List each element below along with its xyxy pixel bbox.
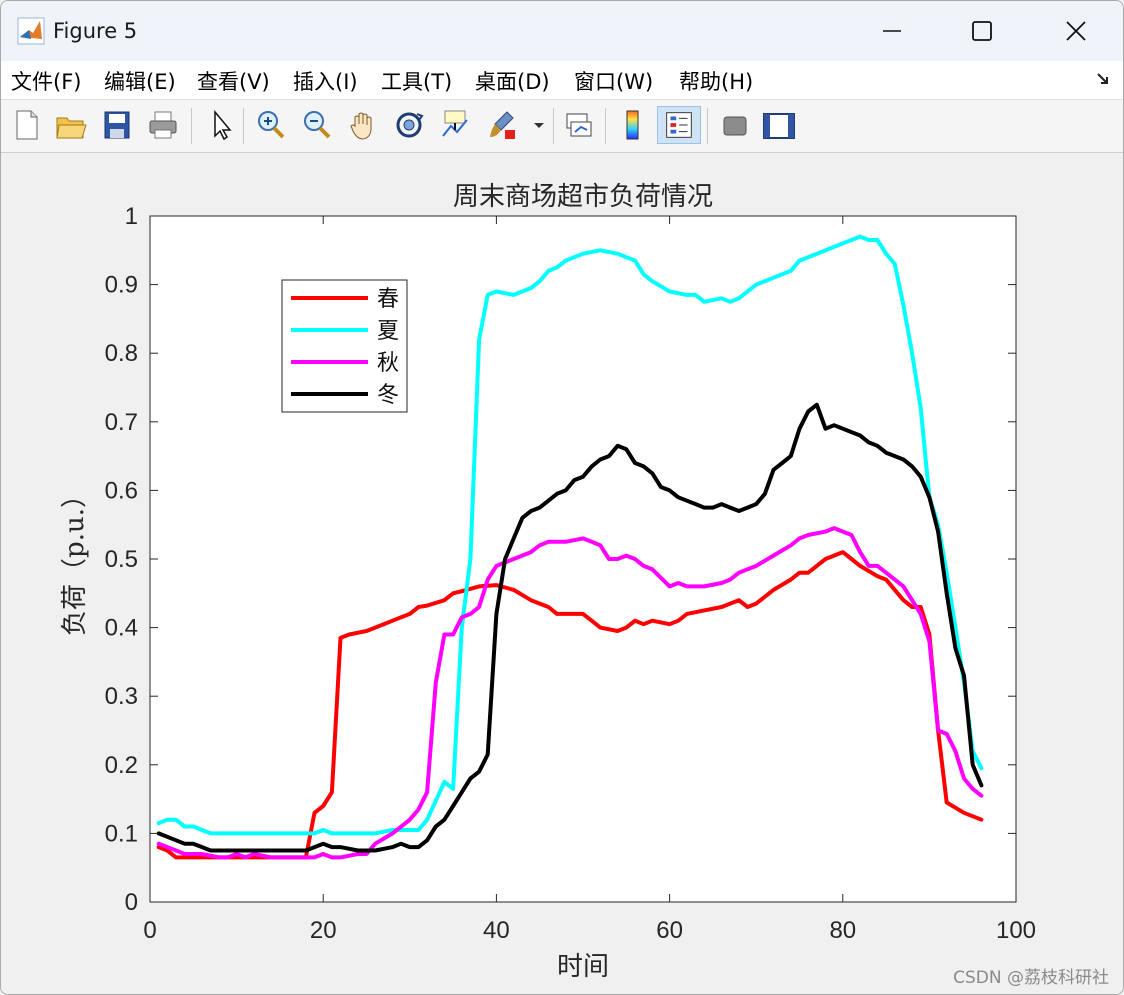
x-tick-label: 60: [656, 917, 683, 944]
y-tick-label: 0.6: [105, 477, 138, 504]
menu-edit[interactable]: 编辑(E): [104, 66, 176, 96]
data-cursor-icon[interactable]: [437, 106, 473, 144]
x-tick-label: 100: [996, 917, 1036, 944]
y-tick-label: 0.2: [105, 752, 138, 779]
brush-icon[interactable]: [485, 106, 521, 144]
x-axis-label: 时间: [557, 952, 609, 982]
y-tick-label: 0.7: [105, 409, 138, 436]
dock-arrow-icon[interactable]: [1095, 71, 1111, 87]
y-tick-label: 0: [125, 889, 138, 916]
y-tick-label: 0.3: [105, 683, 138, 710]
legend-icon[interactable]: [657, 106, 701, 144]
axes-background: [150, 216, 1016, 902]
watermark-text: CSDN @荔枝科研社: [953, 968, 1109, 988]
window-title: Figure 5: [53, 19, 138, 43]
y-tick-label: 1: [125, 203, 138, 230]
menu-insert[interactable]: 插入(I): [293, 66, 358, 96]
show-plot-tools-icon[interactable]: [761, 106, 797, 144]
legend[interactable]: 春夏秋冬: [281, 279, 408, 413]
figure-canvas: 0 20 40 60 80 100 0 0.1 0.2 0.3 0.4 0.5 0.6 0.7 0.8 0.9…: [1, 153, 1123, 994]
menu-help[interactable]: 帮助(H): [679, 66, 753, 96]
save-icon[interactable]: [99, 106, 135, 144]
menu-window[interactable]: 窗口(W): [574, 66, 653, 96]
link-plot-icon[interactable]: [561, 106, 597, 144]
x-tick-label: 0: [143, 917, 156, 944]
figure-window: Figure 5 文件(F) 编辑(E) 查看(V) 插入(I) 工具(T) 桌…: [0, 0, 1124, 995]
menu-tools[interactable]: 工具(T): [381, 66, 452, 96]
toolbar: [1, 100, 1123, 153]
matlab-logo-icon: [17, 17, 45, 45]
title-bar: Figure 5: [1, 1, 1123, 61]
menu-file[interactable]: 文件(F): [11, 66, 81, 96]
toolbar-separator: [553, 108, 554, 144]
x-tick-label: 80: [829, 917, 856, 944]
toolbar-separator: [243, 108, 244, 144]
zoom-out-icon[interactable]: [299, 106, 335, 144]
new-figure-icon[interactable]: [9, 106, 45, 144]
pointer-icon[interactable]: [203, 106, 239, 144]
open-file-icon[interactable]: [53, 106, 89, 144]
rotate-3d-icon[interactable]: [391, 106, 427, 144]
menu-view[interactable]: 查看(V): [197, 66, 270, 96]
legend-label: 秋: [377, 351, 399, 376]
y-tick-label: 0.9: [105, 272, 138, 299]
print-icon[interactable]: [145, 106, 181, 144]
legend-label: 夏: [377, 319, 399, 344]
hide-plot-tools-icon[interactable]: [717, 106, 753, 144]
legend-label: 春: [377, 287, 399, 312]
x-tick-label: 40: [483, 917, 510, 944]
y-tick-label: 0.5: [105, 546, 138, 573]
y-tick-label: 0.4: [105, 615, 138, 642]
toolbar-separator: [707, 108, 708, 144]
close-icon[interactable]: [1053, 11, 1099, 51]
minimize-icon[interactable]: [869, 11, 915, 51]
toolbar-separator: [191, 108, 192, 144]
legend-label: 冬: [377, 383, 399, 408]
line-chart: 0 20 40 60 80 100 0 0.1 0.2 0.3 0.4 0.5 0.6 0.7 0.8 0.9…: [60, 182, 1036, 982]
y-tick-label: 0.1: [105, 820, 138, 847]
menu-bar: 文件(F) 编辑(E) 查看(V) 插入(I) 工具(T) 桌面(D) 窗口(W…: [1, 61, 1123, 100]
maximize-icon[interactable]: [959, 11, 1005, 51]
pan-hand-icon[interactable]: [345, 106, 381, 144]
menu-desktop[interactable]: 桌面(D): [475, 66, 550, 96]
toolbar-separator: [605, 108, 606, 144]
zoom-in-icon[interactable]: [253, 106, 289, 144]
chart-title: 周末商场超市负荷情况: [453, 182, 713, 212]
chevron-down-icon[interactable]: [529, 106, 549, 144]
x-tick-label: 20: [310, 917, 337, 944]
colorbar-icon[interactable]: [615, 106, 651, 144]
y-axis-label: 负荷（p.u.）: [60, 482, 90, 636]
y-tick-label: 0.8: [105, 340, 138, 367]
